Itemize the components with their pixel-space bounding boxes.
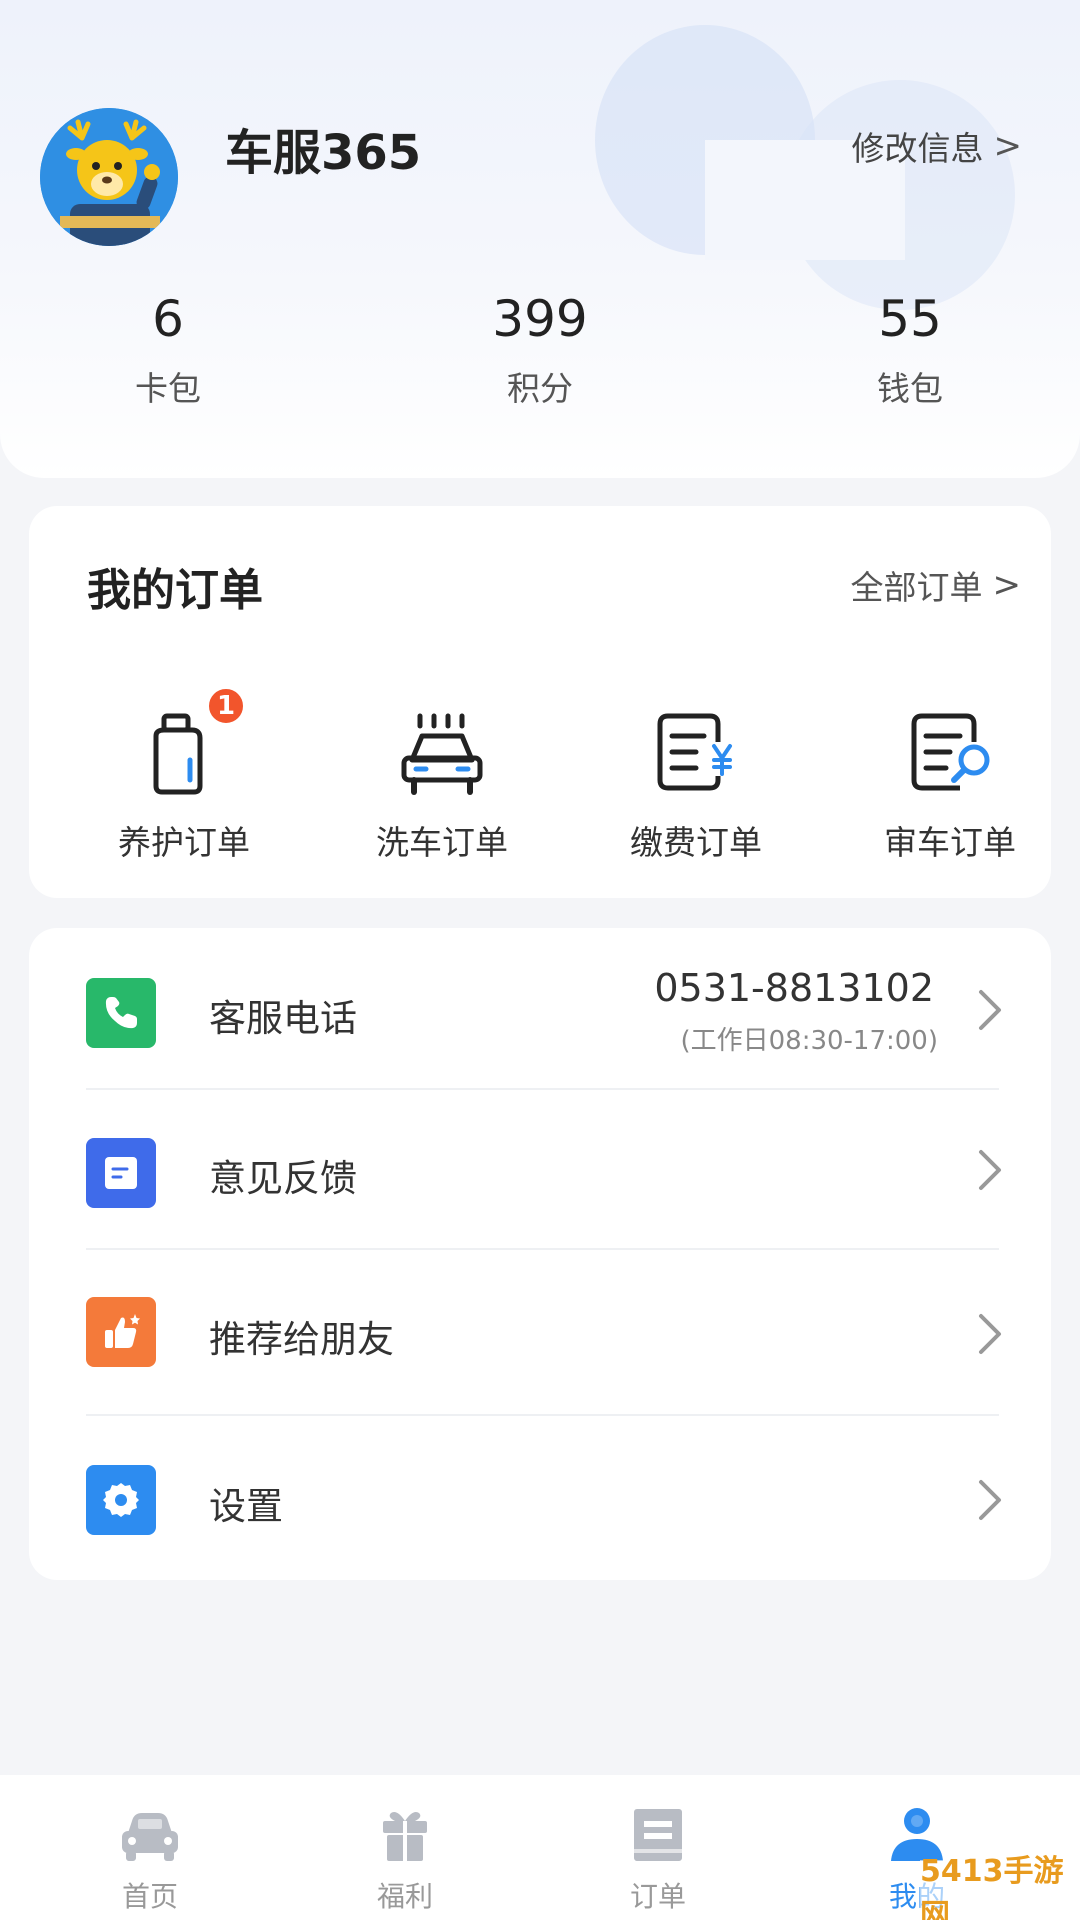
chevron-right-icon: > bbox=[993, 126, 1023, 166]
profile-header: 车服365 修改信息 > 6 卡包 399 积分 55 钱包 bbox=[0, 0, 1080, 478]
menu-item-recommend[interactable]: 推荐给朋友 bbox=[29, 1250, 1051, 1416]
chevron-right-icon bbox=[977, 988, 1003, 1032]
phone-icon bbox=[86, 978, 156, 1048]
chevron-right-icon: > bbox=[992, 565, 1022, 605]
chevron-right-icon bbox=[977, 1478, 1003, 1522]
service-phone-number[interactable]: 0531-8813102 bbox=[654, 966, 934, 1010]
order-type-inspection[interactable]: 审车订单 bbox=[850, 702, 1050, 864]
orders-icon bbox=[626, 1805, 690, 1865]
menu-item-settings[interactable]: 设置 bbox=[29, 1416, 1051, 1580]
tab-label: 福利 bbox=[376, 1880, 433, 1913]
stat-value: 55 bbox=[878, 290, 942, 348]
tab-benefits[interactable]: 福利 bbox=[325, 1805, 485, 1915]
avatar[interactable] bbox=[40, 108, 178, 246]
order-type-car-wash[interactable]: 洗车订单 bbox=[342, 702, 542, 864]
order-label: 缴费订单 bbox=[630, 823, 762, 862]
username: 车服365 bbox=[225, 125, 422, 181]
menu-item-customer-service[interactable]: 客服电话 0531-8813102 (工作日08:30-17:00) bbox=[29, 928, 1051, 1090]
deer-mascot-avatar-icon bbox=[40, 108, 178, 246]
order-label: 养护订单 bbox=[118, 823, 250, 862]
tab-label: 首页 bbox=[121, 1880, 178, 1913]
gear-icon bbox=[86, 1465, 156, 1535]
chevron-right-icon bbox=[977, 1312, 1003, 1356]
my-orders-card: 我的订单 全部订单 > 1 养护订单 洗车订单 缴费订单 审车订单 bbox=[29, 506, 1051, 898]
payment-document-icon bbox=[657, 713, 732, 791]
menu-item-label: 意见反馈 bbox=[209, 1157, 357, 1200]
stats-row: 6 卡包 399 积分 55 钱包 bbox=[0, 290, 1080, 430]
order-type-payment[interactable]: 缴费订单 bbox=[596, 702, 796, 864]
menu-item-label: 推荐给朋友 bbox=[209, 1318, 394, 1361]
edit-profile-link[interactable]: 修改信息 > bbox=[852, 122, 1023, 170]
stat-wallet[interactable]: 55 钱包 bbox=[780, 290, 1040, 410]
inspection-document-icon bbox=[911, 713, 990, 791]
chevron-right-icon bbox=[977, 1148, 1003, 1192]
edit-profile-label: 修改信息 bbox=[851, 129, 984, 168]
order-count-badge: 1 bbox=[206, 686, 246, 726]
stat-label: 积分 bbox=[507, 369, 573, 408]
stat-label: 卡包 bbox=[135, 369, 201, 408]
car-home-icon bbox=[118, 1805, 182, 1865]
stat-card-wallet[interactable]: 6 卡包 bbox=[38, 290, 298, 410]
bottom-tab-bar: 首页 福利 订单 我的 bbox=[0, 1775, 1080, 1920]
settings-menu-card: 客服电话 0531-8813102 (工作日08:30-17:00) 意见反馈 bbox=[29, 928, 1051, 1580]
order-type-maintenance[interactable]: 1 养护订单 bbox=[84, 686, 284, 864]
stat-value: 399 bbox=[492, 290, 588, 348]
menu-item-label: 设置 bbox=[209, 1485, 283, 1528]
orders-title: 我的订单 bbox=[87, 565, 263, 616]
stat-label: 钱包 bbox=[877, 369, 943, 408]
thumbs-up-icon bbox=[86, 1297, 156, 1367]
tab-home[interactable]: 首页 bbox=[70, 1805, 230, 1915]
tab-label: 订单 bbox=[629, 1880, 686, 1913]
tab-orders[interactable]: 订单 bbox=[578, 1805, 738, 1915]
menu-item-label: 客服电话 bbox=[209, 997, 357, 1040]
watermark-logo: 5413手游网 bbox=[920, 1854, 1080, 1920]
all-orders-link[interactable]: 全部订单 > bbox=[851, 561, 1022, 609]
order-label: 审车订单 bbox=[884, 823, 1016, 862]
stat-value: 6 bbox=[152, 290, 184, 348]
gift-icon bbox=[373, 1805, 437, 1865]
order-label: 洗车订单 bbox=[376, 823, 508, 862]
stat-points[interactable]: 399 积分 bbox=[410, 290, 670, 410]
feedback-icon bbox=[86, 1138, 156, 1208]
service-hours: (工作日08:30-17:00) bbox=[680, 1026, 938, 1056]
car-wash-icon bbox=[401, 713, 483, 795]
menu-item-feedback[interactable]: 意见反馈 bbox=[29, 1090, 1051, 1250]
all-orders-label: 全部订单 bbox=[850, 568, 983, 607]
